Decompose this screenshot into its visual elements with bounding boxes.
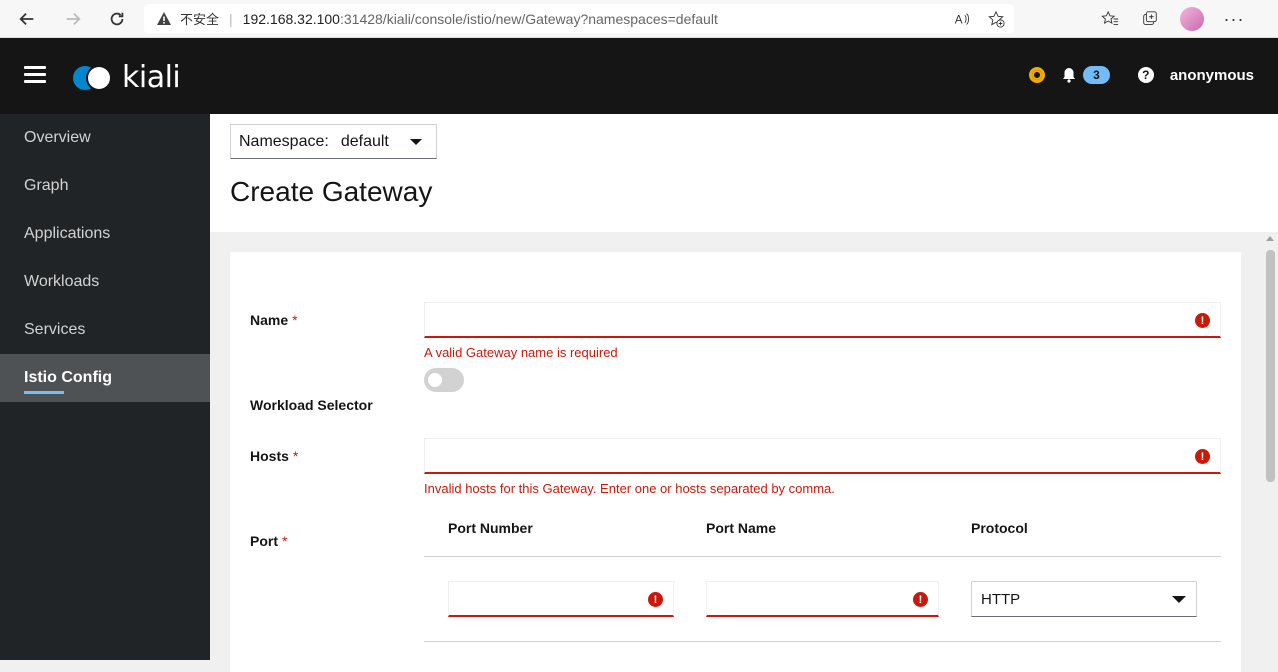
protocol-value: HTTP (981, 590, 1021, 608)
port-name-column-header: Port Name (706, 520, 777, 536)
notification-count-badge: 3 (1083, 66, 1110, 84)
workload-selector-label: Workload Selector (250, 397, 373, 413)
port-name-input[interactable]: ! (706, 581, 939, 617)
gateway-form: Name * ! A valid Gateway name is required… (230, 252, 1241, 672)
scrollbar-thumb[interactable] (1266, 250, 1275, 482)
page-title: Create Gateway (230, 176, 433, 207)
kiali-logo-text: kiali (122, 60, 181, 95)
namespace-value: default (340, 132, 389, 150)
port-label-text: Port (250, 533, 278, 549)
sidebar-item-graph[interactable]: Graph (0, 162, 210, 210)
bell-icon (1063, 68, 1076, 83)
insecure-label: 不安全 (180, 12, 220, 27)
sidebar-item-overview[interactable]: Overview (0, 114, 210, 162)
svg-text:A: A (955, 14, 963, 27)
error-circle-icon: ! (913, 592, 928, 607)
error-circle-icon: ! (1195, 449, 1210, 464)
hosts-label: Hosts * (250, 448, 298, 464)
sidebar-item-applications[interactable]: Applications (0, 210, 210, 258)
add-favorite-icon[interactable] (986, 9, 1006, 29)
page-header: Namespace: default Create Gateway (210, 114, 1278, 232)
namespace-dropdown[interactable]: Namespace: default (230, 124, 437, 159)
more-menu-icon[interactable]: ··· (1224, 9, 1244, 29)
port-label: Port * (250, 533, 287, 549)
port-number-input[interactable]: ! (448, 581, 674, 617)
address-bar[interactable]: 不安全 | 192.168.32.100:31428/kiali/console… (144, 4, 1014, 33)
browser-toolbar: 不安全 | 192.168.32.100:31428/kiali/console… (0, 0, 1278, 38)
name-input[interactable]: ! (424, 302, 1221, 338)
notifications-button[interactable]: 3 (1061, 66, 1110, 84)
kiali-logo-icon (73, 64, 112, 91)
hosts-input[interactable]: ! (424, 438, 1221, 474)
protocol-column-header: Protocol (971, 520, 1028, 536)
main-content: Name * ! A valid Gateway name is required… (210, 232, 1262, 672)
url-host: 192.168.32.100 (242, 10, 340, 27)
cluster-status-icon[interactable] (1029, 67, 1046, 83)
profile-avatar[interactable] (1180, 7, 1204, 31)
name-error-text: A valid Gateway name is required (424, 345, 618, 360)
error-circle-icon: ! (648, 592, 663, 607)
kiali-logo[interactable]: kiali (72, 60, 181, 95)
warning-icon[interactable] (156, 11, 172, 27)
refresh-icon[interactable] (104, 6, 130, 32)
hosts-error-text: Invalid hosts for this Gateway. Enter on… (424, 481, 835, 496)
namespace-label: Namespace: (239, 132, 329, 150)
required-marker: * (292, 448, 299, 464)
port-number-column-header: Port Number (448, 520, 533, 536)
port-table-divider (424, 556, 1221, 557)
sidebar-item-istio-config[interactable]: Istio Config (0, 354, 210, 402)
favorites-icon[interactable] (1100, 9, 1120, 29)
forward-icon[interactable] (60, 6, 86, 32)
user-menu[interactable]: anonymous (1170, 67, 1254, 84)
sidebar-item-services[interactable]: Services (0, 306, 210, 354)
caret-down-icon (410, 139, 422, 145)
port-row-divider (424, 641, 1221, 642)
hamburger-menu-icon[interactable] (24, 66, 46, 84)
error-circle-icon: ! (1195, 313, 1210, 328)
caret-down-icon (1172, 596, 1186, 603)
hosts-label-text: Hosts (250, 448, 289, 464)
collections-icon[interactable] (1140, 9, 1160, 29)
sidebar-nav: Overview Graph Applications Workloads Se… (0, 114, 210, 660)
back-icon[interactable] (14, 6, 40, 32)
help-icon[interactable]: ? (1137, 67, 1154, 83)
required-marker: * (282, 533, 288, 549)
scrollbar[interactable] (1262, 232, 1278, 660)
masthead: kiali 3 ? anonymous (0, 38, 1278, 114)
name-label-text: Name (250, 312, 289, 328)
sidebar-item-workloads[interactable]: Workloads (0, 258, 210, 306)
url-path: :31428/kiali/console/istio/new/Gateway?n… (339, 10, 718, 27)
name-label: Name * (250, 312, 298, 328)
required-marker: * (292, 312, 298, 328)
protocol-select[interactable]: HTTP (971, 581, 1197, 617)
url-separator: | (229, 10, 233, 27)
workload-selector-toggle[interactable] (424, 368, 464, 392)
scroll-up-icon[interactable] (1266, 236, 1274, 241)
read-aloud-icon[interactable]: A (952, 9, 972, 29)
